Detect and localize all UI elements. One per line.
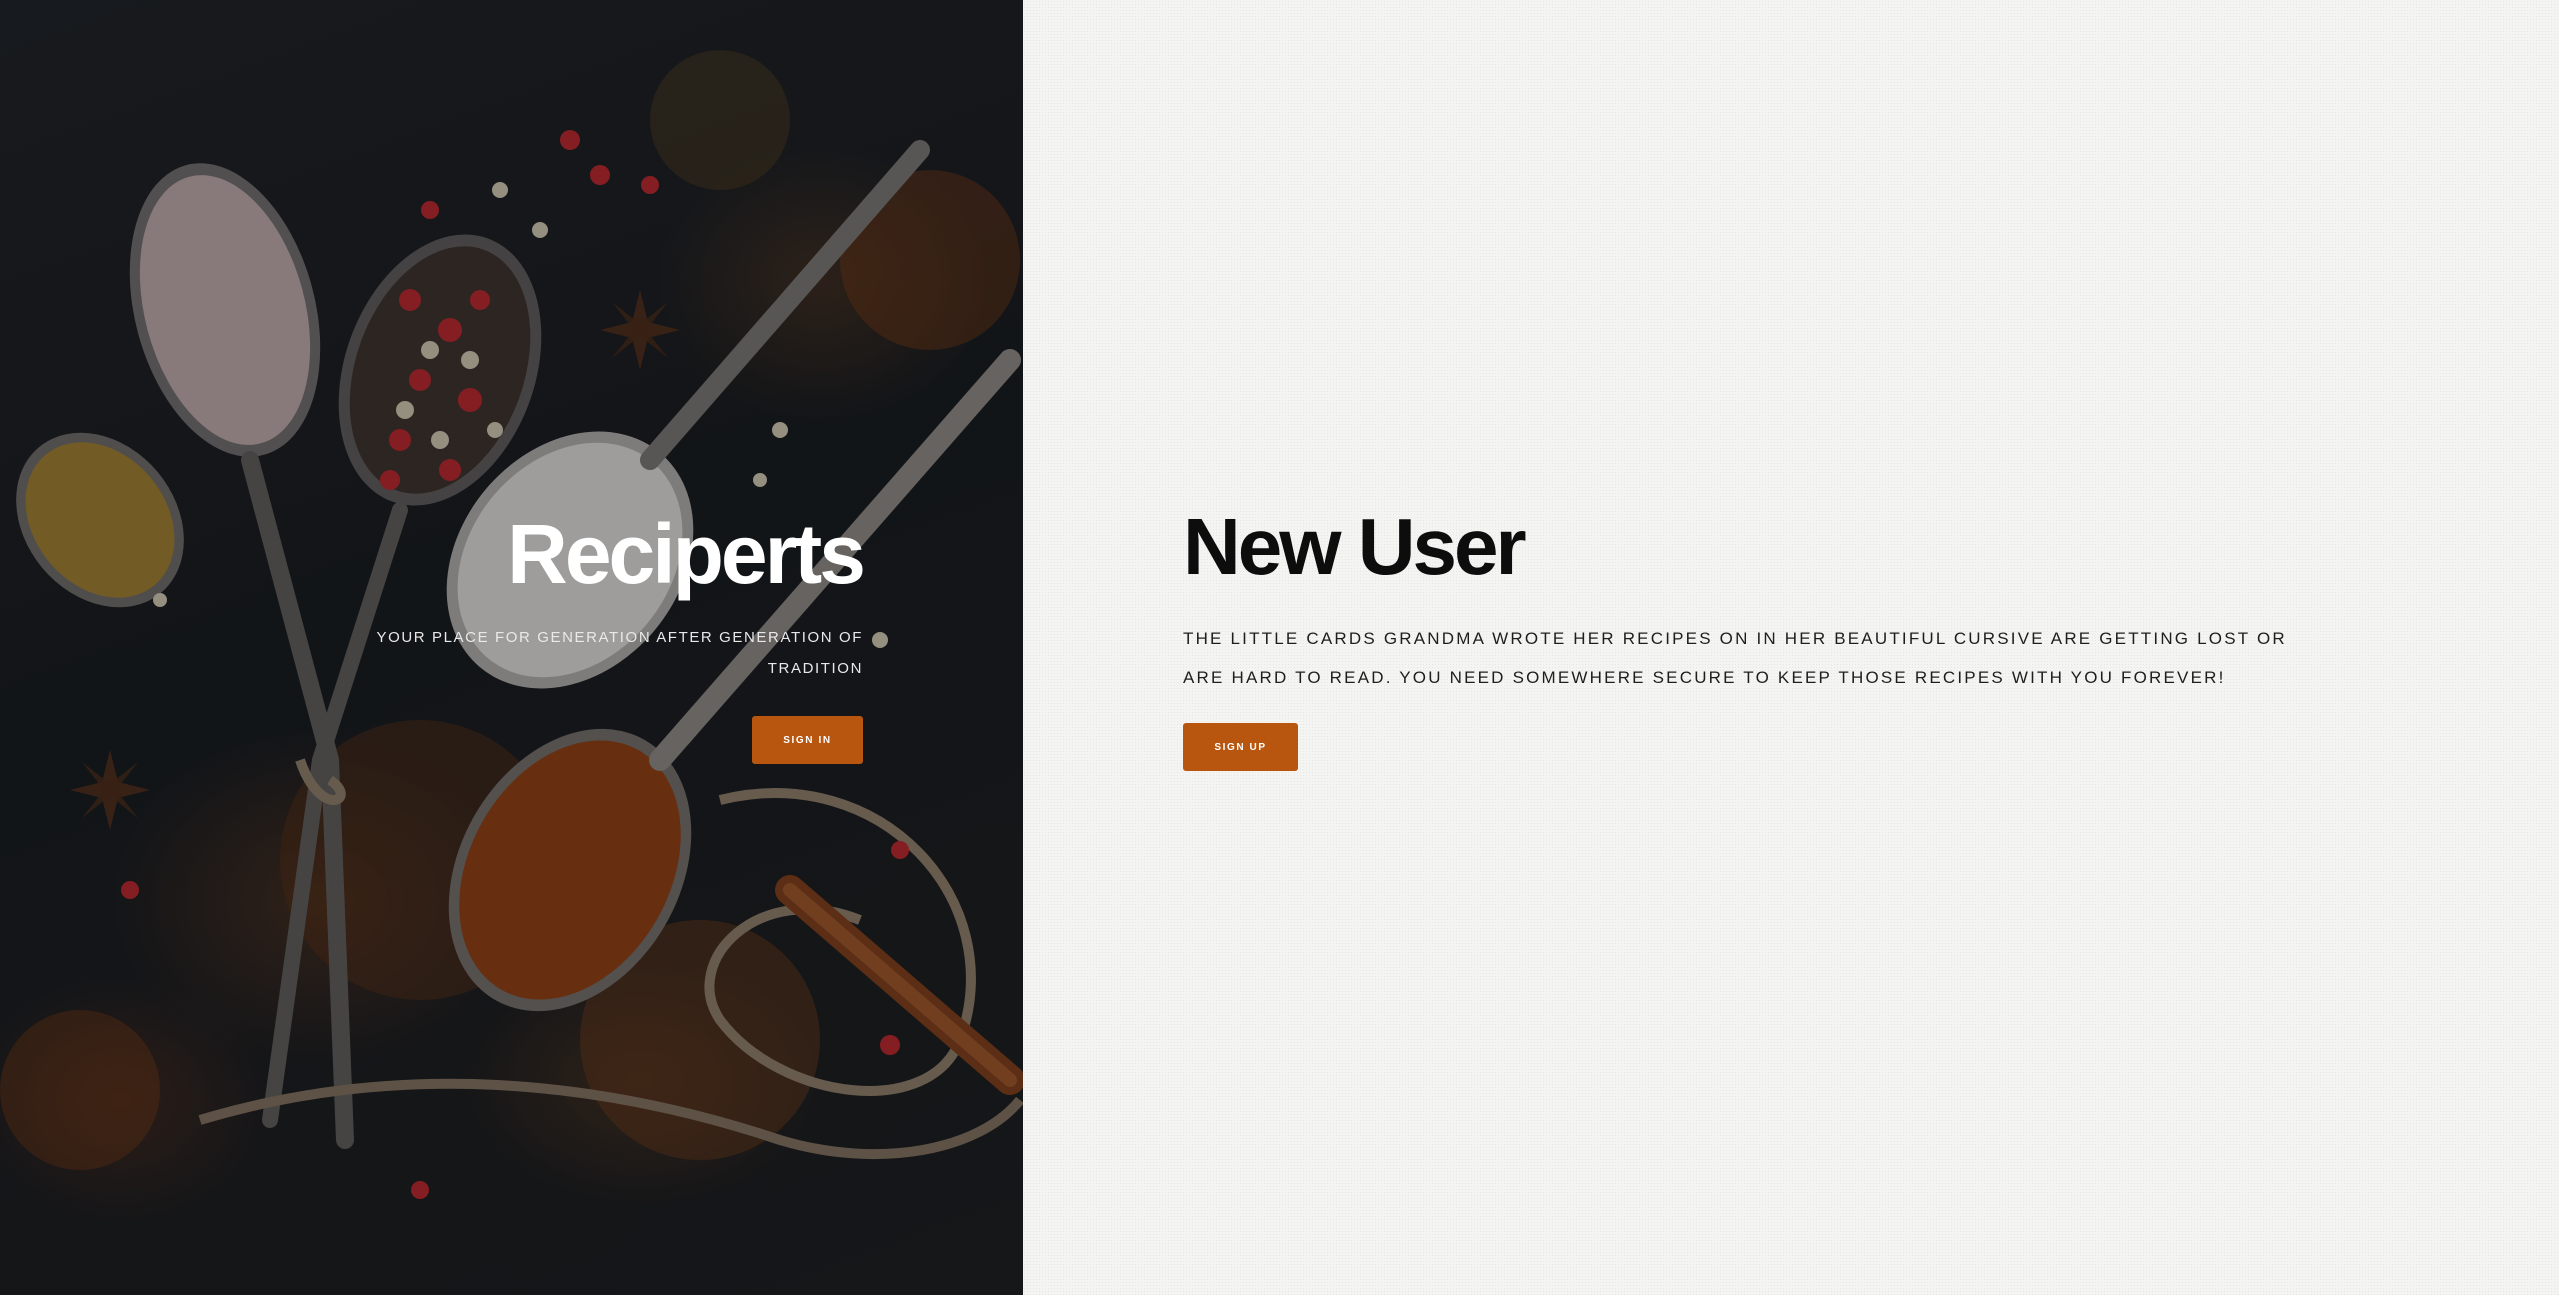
- sign-in-button[interactable]: SIGN IN: [752, 716, 863, 765]
- hero-content: Reciperts YOUR PLACE FOR GENERATION AFTE…: [343, 507, 866, 765]
- brand-tagline: YOUR PLACE FOR GENERATION AFTER GENERATI…: [376, 629, 863, 678]
- landing-page: Reciperts YOUR PLACE FOR GENERATION AFTE…: [0, 0, 2559, 1295]
- new-user-section: New User THE LITTLE CARDS GRANDMA WROTE …: [1023, 0, 2559, 1295]
- new-user-content: New User THE LITTLE CARDS GRANDMA WROTE …: [1183, 505, 2323, 771]
- new-user-title: New User: [1183, 502, 1527, 591]
- sign-up-button[interactable]: SIGN UP: [1183, 723, 1298, 771]
- new-user-description: THE LITTLE CARDS GRANDMA WROTE HER RECIP…: [1183, 629, 2287, 687]
- hero-section: Reciperts YOUR PLACE FOR GENERATION AFTE…: [0, 0, 1023, 1295]
- brand-title: Reciperts: [507, 507, 866, 601]
